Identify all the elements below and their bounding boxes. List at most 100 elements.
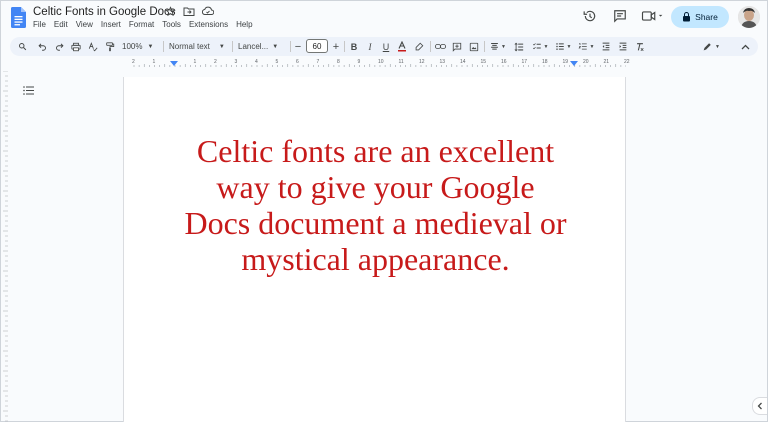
lock-icon xyxy=(683,12,691,22)
redo-icon[interactable] xyxy=(53,37,65,56)
search-menus-icon[interactable] xyxy=(16,37,28,56)
increase-indent-icon[interactable] xyxy=(617,37,629,56)
menu-insert[interactable]: Insert xyxy=(101,20,121,29)
print-icon[interactable] xyxy=(70,37,82,56)
document-body-text[interactable]: Celtic fonts are an excellent way to giv… xyxy=(124,133,627,277)
ruler-label: 1 xyxy=(152,59,156,65)
move-folder-icon[interactable] xyxy=(183,5,195,17)
insert-link-icon[interactable] xyxy=(434,37,446,56)
ruler-label: 2 xyxy=(132,59,135,65)
chevron-down-icon: ▼ xyxy=(272,43,279,50)
ruler-label: 4 xyxy=(255,59,258,65)
toolbar-divider xyxy=(290,41,291,52)
chevron-down-icon: ▼ xyxy=(218,43,225,50)
menu-format[interactable]: Format xyxy=(129,20,154,29)
ruler-label: 21 xyxy=(603,59,610,65)
ruler-label: 19 xyxy=(562,59,569,65)
chevron-down-icon: ▼ xyxy=(715,43,720,50)
chevron-down-icon: ▼ xyxy=(589,43,595,50)
chevron-down-icon: ▼ xyxy=(543,43,549,50)
left-indent-marker-icon[interactable] xyxy=(170,61,178,67)
docs-logo-icon[interactable] xyxy=(11,7,26,28)
decrease-indent-icon[interactable] xyxy=(600,37,612,56)
add-comment-icon[interactable] xyxy=(451,37,463,56)
ruler-label: 16 xyxy=(501,59,507,65)
document-page[interactable]: Celtic fonts are an excellent way to giv… xyxy=(123,77,626,422)
chevron-down-icon: ▼ xyxy=(566,43,572,50)
ruler-label: 20 xyxy=(583,59,589,65)
editing-mode-select[interactable]: ▼ xyxy=(700,37,722,56)
paint-format-icon[interactable] xyxy=(104,37,116,56)
font-select[interactable]: Lancel... ▼ xyxy=(238,37,290,56)
line-spacing-icon[interactable] xyxy=(512,37,526,56)
bulleted-list-select[interactable]: ▼ xyxy=(553,37,573,56)
text-style-select[interactable]: Normal text ▼ xyxy=(169,37,231,56)
menu-help[interactable]: Help xyxy=(236,20,252,29)
highlight-color-icon[interactable] xyxy=(413,37,425,56)
ruler-label: 17 xyxy=(521,59,528,65)
toolbar-divider xyxy=(232,41,233,52)
hide-menus-icon[interactable] xyxy=(738,37,752,56)
ruler-label: 9 xyxy=(357,59,361,65)
menu-edit[interactable]: Edit xyxy=(54,20,68,29)
ruler-label: 7 xyxy=(316,59,320,65)
italic-icon[interactable]: I xyxy=(364,37,376,56)
align-select[interactable]: ▼ xyxy=(488,37,508,56)
menu-extensions[interactable]: Extensions xyxy=(189,20,228,29)
menu-bar: File Edit View Insert Format Tools Exten… xyxy=(33,20,253,29)
right-indent-marker-icon[interactable] xyxy=(570,61,578,67)
text-style-value: Normal text xyxy=(169,42,210,51)
bold-icon[interactable]: B xyxy=(348,37,360,56)
underline-icon[interactable]: U xyxy=(380,37,392,56)
formatting-toolbar: 100% ▼ Normal text ▼ Lancel... ▼ − 60 + … xyxy=(10,37,758,56)
spellcheck-icon[interactable] xyxy=(87,37,99,56)
ruler-label: 6 xyxy=(296,59,299,65)
decrease-font-size-icon[interactable]: − xyxy=(293,37,303,56)
star-icon[interactable] xyxy=(164,5,176,17)
ruler-label: 2 xyxy=(214,59,217,65)
font-size-input[interactable]: 60 xyxy=(306,39,328,53)
ruler-label: 1 xyxy=(193,59,197,65)
title-bar: Celtic Fonts in Google Docs File Edit Vi… xyxy=(1,1,767,35)
numbered-list-select[interactable]: ▼ xyxy=(576,37,596,56)
checklist-select[interactable]: ▼ xyxy=(530,37,550,56)
ruler-label: 12 xyxy=(419,59,425,65)
increase-font-size-icon[interactable]: + xyxy=(331,37,341,56)
share-label: Share xyxy=(695,12,718,22)
toolbar-divider xyxy=(430,41,431,52)
zoom-value: 100% xyxy=(122,42,143,51)
menu-view[interactable]: View xyxy=(76,20,93,29)
ruler-label: 5 xyxy=(275,59,279,65)
side-panel-toggle-button[interactable] xyxy=(752,397,767,415)
avatar[interactable] xyxy=(738,6,760,28)
undo-icon[interactable] xyxy=(36,37,48,56)
version-history-icon[interactable] xyxy=(581,7,599,25)
menu-tools[interactable]: Tools xyxy=(162,20,181,29)
comments-icon[interactable] xyxy=(611,7,629,25)
chevron-down-icon: ▼ xyxy=(501,43,506,50)
ruler-label: 13 xyxy=(439,59,446,65)
toolbar-divider xyxy=(163,41,164,52)
text-color-icon[interactable] xyxy=(396,37,408,56)
font-value: Lancel... xyxy=(238,42,269,51)
meet-video-icon[interactable] xyxy=(639,7,667,25)
menu-file[interactable]: File xyxy=(33,20,46,29)
horizontal-ruler[interactable]: 2 1 1 2 3 4 5 6 7 8 9 10 11 12 13 14 15 16 17 18 19 20 21 22 xyxy=(123,59,630,69)
share-button[interactable]: Share xyxy=(671,6,729,28)
zoom-select[interactable]: 100% ▼ xyxy=(122,37,156,56)
ruler-label: 15 xyxy=(480,59,487,65)
chevron-down-icon: ▼ xyxy=(147,43,154,50)
toolbar-divider xyxy=(484,41,485,52)
cloud-saved-icon[interactable] xyxy=(202,5,214,17)
insert-image-icon[interactable] xyxy=(468,37,480,56)
ruler-label: 8 xyxy=(337,59,340,65)
ruler-label: 18 xyxy=(542,59,548,65)
vertical-ruler[interactable] xyxy=(3,70,9,422)
document-outline-icon[interactable] xyxy=(23,82,34,100)
ruler-label: 14 xyxy=(460,59,466,65)
clear-formatting-icon[interactable] xyxy=(634,37,646,56)
ruler-label: 22 xyxy=(624,59,630,65)
document-title[interactable]: Celtic Fonts in Google Docs xyxy=(33,6,176,18)
toolbar-divider xyxy=(344,41,345,52)
ruler-label: 3 xyxy=(234,59,238,65)
